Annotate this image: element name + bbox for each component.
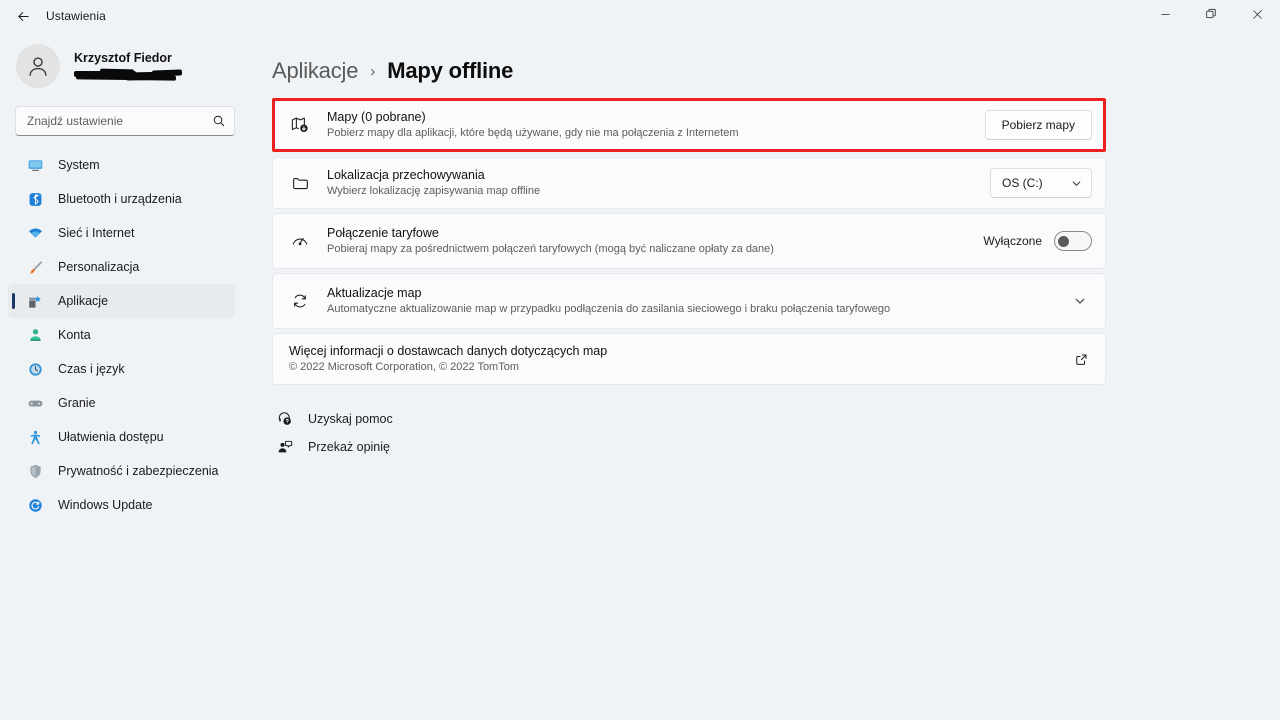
data-providers-card[interactable]: Więcej informacji o dostawcach danych do… (272, 333, 1106, 385)
sidebar-item-time-language[interactable]: Czas i język (8, 352, 235, 386)
storage-location-value: OS (C:) (1002, 176, 1043, 190)
map-updates-card[interactable]: Aktualizacje map Automatyczne aktualizow… (272, 273, 1106, 329)
sidebar-item-label: Konta (58, 328, 91, 342)
window-controls (1142, 0, 1280, 32)
send-feedback-label: Przekaż opinię (308, 440, 390, 454)
storage-location-card[interactable]: Lokalizacja przechowywania Wybierz lokal… (272, 157, 1106, 209)
clock-globe-icon (26, 360, 44, 378)
monitor-icon (26, 156, 44, 174)
main-content: Aplikacje › Mapy offline Mapy (0 pobrane… (250, 32, 1280, 720)
minimize-icon (1160, 7, 1171, 25)
page-title: Mapy offline (387, 58, 514, 83)
gamepad-icon (26, 394, 44, 412)
sidebar: Krzysztof Fiedor Znajdź ustawienie Syste… (0, 32, 250, 720)
providers-title: Więcej informacji o dostawcach danych do… (289, 344, 608, 358)
account-icon (26, 326, 44, 344)
sidebar-item-label: System (58, 158, 100, 172)
gauge-icon (287, 231, 313, 251)
feedback-icon (274, 439, 296, 455)
close-icon (1252, 7, 1263, 25)
accessibility-icon (26, 428, 44, 446)
sidebar-item-apps[interactable]: Aplikacje (8, 284, 235, 318)
sidebar-item-personalization[interactable]: Personalizacja (8, 250, 235, 284)
send-feedback-link[interactable]: Przekaż opinię (274, 433, 1280, 461)
bluetooth-icon (26, 190, 44, 208)
help-links: Uzyskaj pomoc Przekaż opinię (272, 405, 1280, 461)
get-help-link[interactable]: Uzyskaj pomoc (274, 405, 1280, 433)
paintbrush-icon (26, 258, 44, 276)
title-bar: Ustawienia (0, 0, 1280, 32)
external-link-icon[interactable] (1071, 349, 1092, 370)
wifi-icon (26, 224, 44, 242)
get-help-label: Uzyskaj pomoc (308, 412, 393, 426)
storage-subtitle: Wybierz lokalizację zapisywania map offl… (327, 185, 541, 197)
apps-icon (26, 292, 44, 310)
restore-icon (1205, 7, 1217, 25)
back-button[interactable] (6, 2, 40, 30)
storage-location-select[interactable]: OS (C:) (990, 168, 1092, 198)
sidebar-item-label: Bluetooth i urządzenia (58, 192, 182, 206)
metered-toggle-label: Wyłączone (983, 234, 1042, 248)
sidebar-item-label: Windows Update (58, 498, 153, 512)
metered-subtitle: Pobieraj mapy za pośrednictwem połączeń … (327, 243, 774, 255)
sidebar-item-label: Prywatność i zabezpieczenia (58, 464, 219, 478)
toggle-knob (1058, 235, 1069, 247)
sidebar-item-label: Granie (58, 396, 96, 410)
metered-title: Połączenie taryfowe (327, 226, 439, 240)
help-icon (274, 411, 296, 427)
sidebar-item-label: Sieć i Internet (58, 226, 135, 240)
minimize-button[interactable] (1142, 0, 1188, 32)
metered-toggle[interactable] (1054, 231, 1092, 251)
sidebar-item-system[interactable]: System (8, 148, 235, 182)
sidebar-item-accounts[interactable]: Konta (8, 318, 235, 352)
account-card[interactable]: Krzysztof Fiedor (0, 32, 250, 102)
account-email-redacted (74, 68, 183, 81)
breadcrumb: Aplikacje › Mapy offline (272, 58, 1280, 84)
storage-title: Lokalizacja przechowywania (327, 168, 485, 182)
sidebar-nav: System Bluetooth i urządzenia Sieć i Int… (0, 146, 250, 522)
metered-connection-card[interactable]: Połączenie taryfowe Pobieraj mapy za poś… (272, 213, 1106, 269)
download-maps-button[interactable]: Pobierz mapy (984, 110, 1092, 140)
maps-title: Mapy (0 pobrane) (327, 110, 426, 124)
sidebar-item-label: Personalizacja (58, 260, 140, 274)
sidebar-item-windows-update[interactable]: Windows Update (8, 488, 235, 522)
sidebar-item-network[interactable]: Sieć i Internet (8, 216, 235, 250)
chevron-down-icon (1071, 178, 1082, 189)
sidebar-item-bluetooth[interactable]: Bluetooth i urządzenia (8, 182, 235, 216)
update-icon (26, 496, 44, 514)
sidebar-item-privacy[interactable]: Prywatność i zabezpieczenia (8, 454, 235, 488)
sidebar-item-label: Czas i język (58, 362, 125, 376)
search-container (0, 102, 250, 146)
folder-icon (287, 174, 313, 193)
shield-icon (26, 462, 44, 480)
settings-cards: Mapy (0 pobrane) Pobierz mapy dla aplika… (272, 98, 1106, 385)
window-title: Ustawienia (46, 9, 106, 23)
maps-card[interactable]: Mapy (0 pobrane) Pobierz mapy dla aplika… (272, 98, 1106, 152)
map-updates-subtitle: Automatyczne aktualizowanie map w przypa… (327, 303, 891, 315)
search-box[interactable] (15, 106, 235, 136)
breadcrumb-separator: › (370, 62, 376, 80)
chevron-down-icon[interactable] (1068, 289, 1092, 313)
close-button[interactable] (1234, 0, 1280, 32)
search-input[interactable] (27, 114, 212, 128)
map-updates-title: Aktualizacje map (327, 286, 422, 300)
account-name: Krzysztof Fiedor (74, 51, 172, 65)
arrow-left-icon (16, 9, 31, 24)
sidebar-item-label: Aplikacje (58, 294, 109, 308)
breadcrumb-parent[interactable]: Aplikacje (272, 58, 358, 84)
maximize-button[interactable] (1188, 0, 1234, 32)
sidebar-item-label: Ułatwienia dostępu (58, 430, 164, 444)
refresh-icon (287, 291, 313, 311)
providers-copyright: © 2022 Microsoft Corporation, © 2022 Tom… (289, 361, 520, 373)
avatar (16, 44, 60, 88)
sidebar-item-gaming[interactable]: Granie (8, 386, 235, 420)
sidebar-item-accessibility[interactable]: Ułatwienia dostępu (8, 420, 235, 454)
maps-subtitle: Pobierz mapy dla aplikacji, które będą u… (327, 127, 739, 139)
search-icon (212, 114, 226, 128)
map-download-icon (287, 115, 313, 135)
